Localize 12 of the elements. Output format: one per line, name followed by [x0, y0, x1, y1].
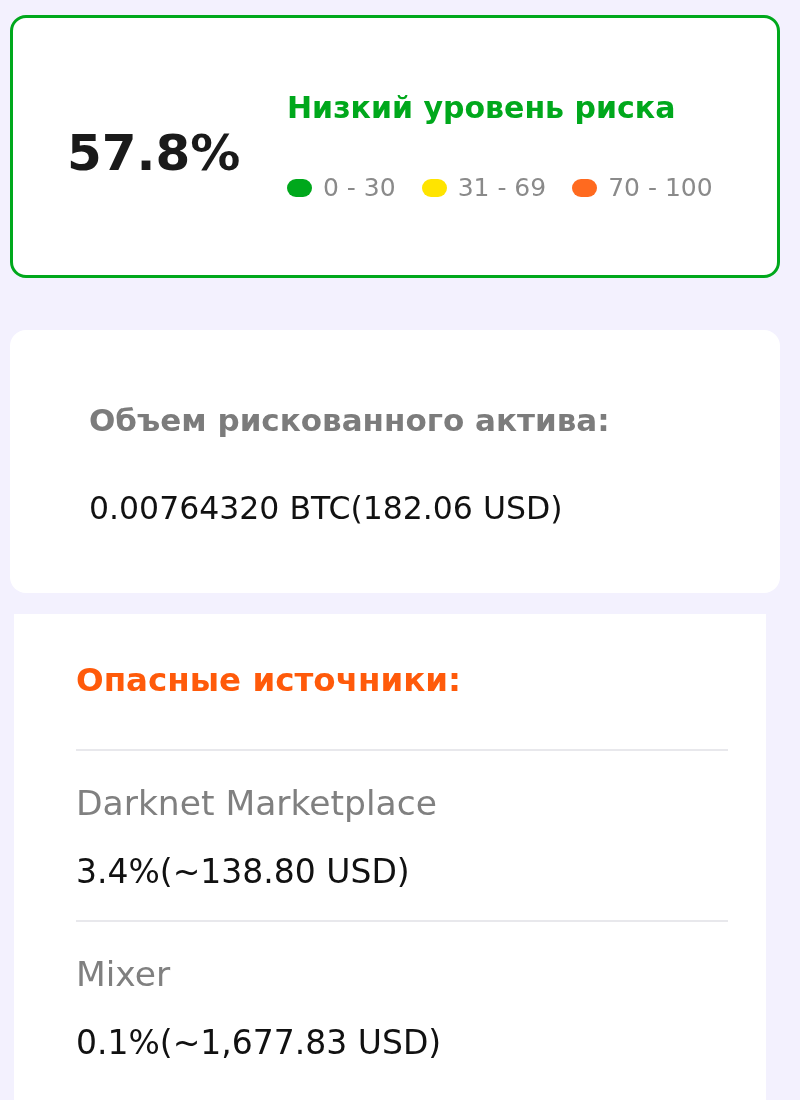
legend-range: 31 - 69	[457, 172, 547, 203]
sources-title: Опасные источники:	[76, 660, 462, 700]
source-name: Darknet Marketplace	[76, 783, 437, 823]
risk-score: 57.8%	[67, 122, 242, 183]
source-name: Mixer	[76, 954, 171, 994]
legend-range: 70 - 100	[608, 172, 713, 203]
asset-value: 0.00764320 BTC(182.06 USD)	[89, 489, 563, 528]
legend-range: 0 - 30	[323, 172, 396, 203]
source-amount: 0.1%(~1,677.83 USD)	[76, 1023, 442, 1063]
asset-label: Объем рискованного актива:	[89, 401, 610, 440]
risk-level-label: Низкий уровень риска	[287, 88, 677, 127]
source-amount: 3.4%(~138.80 USD)	[76, 852, 410, 892]
